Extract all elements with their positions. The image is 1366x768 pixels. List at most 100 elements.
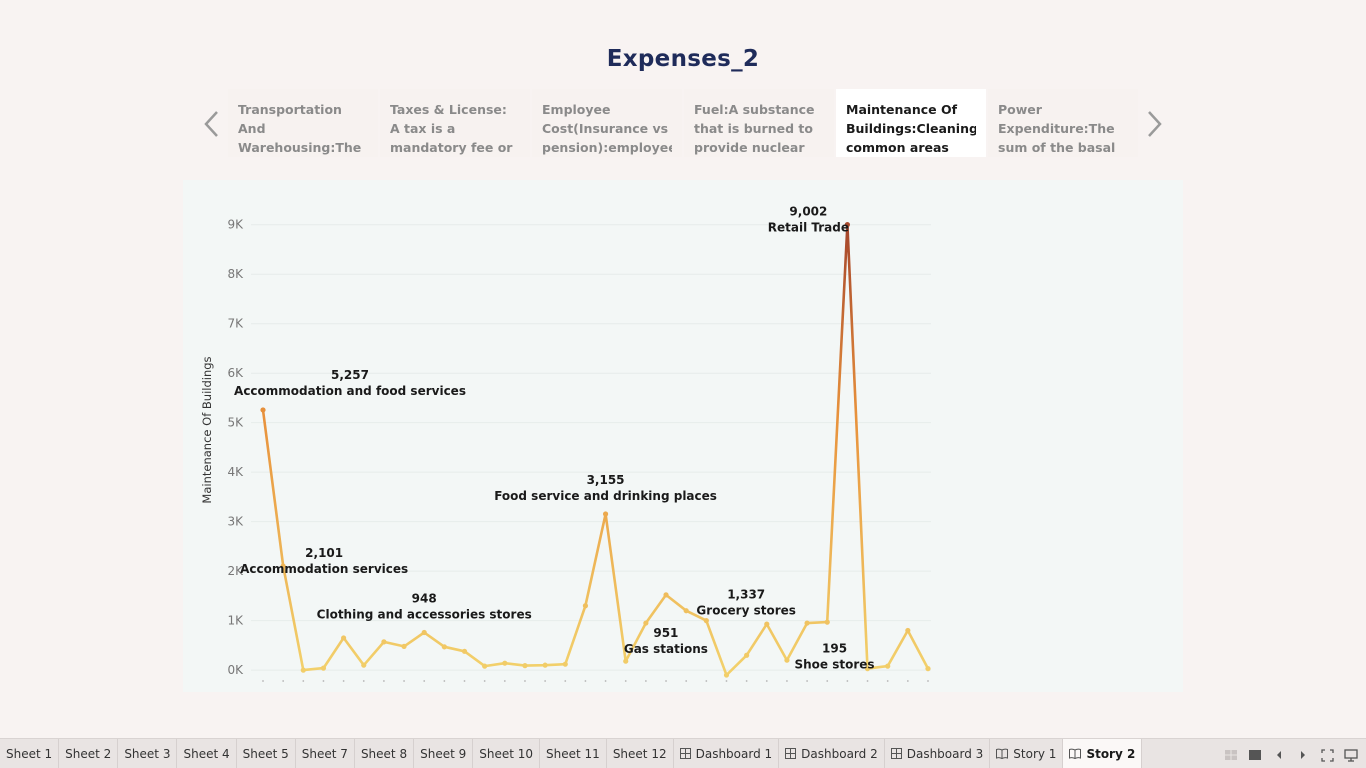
x-tick-mark — [282, 680, 285, 682]
x-tick-mark — [423, 680, 426, 682]
tab-label: Sheet 5 — [242, 746, 289, 761]
data-point[interactable] — [764, 621, 770, 627]
chevron-left-icon — [204, 111, 218, 137]
tab-label: Sheet 8 — [360, 746, 408, 761]
data-point[interactable] — [582, 603, 589, 609]
annotation-label: Accommodation services — [240, 562, 408, 576]
data-point[interactable] — [663, 592, 669, 598]
data-point[interactable] — [401, 643, 407, 649]
tab-sheet-7[interactable]: Sheet 7 — [296, 739, 355, 768]
tab-sheet-11[interactable]: Sheet 11 — [540, 739, 607, 768]
x-tick-mark — [503, 680, 506, 682]
data-point[interactable] — [502, 660, 508, 666]
filmstrip-icon[interactable] — [1248, 748, 1262, 762]
story-point-2[interactable]: Taxes & License: A tax is a mandatory fe… — [380, 89, 530, 157]
next-point-button[interactable] — [1143, 108, 1167, 140]
x-tick-mark — [826, 680, 829, 682]
data-point[interactable] — [522, 663, 528, 669]
data-point[interactable] — [925, 666, 931, 672]
data-point[interactable] — [643, 620, 649, 626]
x-tick-mark — [685, 680, 688, 682]
data-point[interactable] — [381, 639, 387, 645]
data-point[interactable] — [703, 618, 709, 624]
next-icon[interactable] — [1296, 748, 1310, 762]
data-point[interactable] — [723, 672, 730, 678]
data-point[interactable] — [905, 627, 911, 634]
x-tick-mark — [624, 680, 627, 682]
y-tick-label: 8K — [227, 267, 244, 281]
data-point[interactable] — [562, 661, 568, 667]
fit-screen-icon[interactable] — [1320, 748, 1334, 762]
tab-sheet-5[interactable]: Sheet 5 — [237, 739, 296, 768]
tab-sheet-9[interactable]: Sheet 9 — [414, 739, 474, 768]
tab-label: Sheet 7 — [301, 746, 348, 761]
data-point[interactable] — [824, 619, 830, 625]
y-tick-label: 1K — [227, 614, 244, 628]
tab-dashboard-3[interactable]: Dashboard 3 — [885, 739, 991, 768]
x-tick-mark — [322, 680, 325, 682]
previous-point-button[interactable] — [199, 108, 223, 140]
tab-sheet-12[interactable]: Sheet 12 — [607, 739, 674, 768]
story-point-text: Employee Cost(Insurance vs pension):empl… — [542, 102, 672, 155]
data-point[interactable] — [744, 652, 750, 658]
annotation-value: 195 — [822, 642, 847, 656]
tab-sheet-1[interactable]: Sheet 1 — [0, 739, 60, 768]
story-point-3[interactable]: Employee Cost(Insurance vs pension):empl… — [532, 89, 682, 157]
data-point[interactable] — [482, 663, 488, 669]
tab-sheet-2[interactable]: Sheet 2 — [59, 739, 119, 768]
x-tick-mark — [544, 680, 547, 682]
data-point[interactable] — [341, 635, 347, 641]
data-point[interactable] — [623, 658, 629, 664]
dashboard-icon — [890, 748, 902, 759]
data-point[interactable] — [804, 620, 810, 626]
tab-dashboard-2[interactable]: Dashboard 2 — [779, 739, 885, 768]
data-point[interactable] — [602, 511, 609, 517]
annotation-value: 1,337 — [727, 588, 765, 602]
tab-label: Sheet 3 — [124, 746, 171, 761]
previous-icon[interactable] — [1272, 748, 1286, 762]
x-tick-mark — [483, 680, 486, 682]
tab-sheet-3[interactable]: Sheet 3 — [118, 739, 178, 768]
x-tick-mark — [806, 680, 808, 682]
data-point[interactable] — [320, 665, 327, 671]
tab-sheet-8[interactable]: Sheet 8 — [355, 739, 415, 768]
x-tick-mark — [604, 680, 607, 682]
annotation-label: Accommodation and food services — [234, 384, 466, 398]
story-point-5[interactable]: Maintenance Of Buildings:Cleaning common… — [836, 89, 986, 157]
story-point-1[interactable]: Transportation And Warehousing:The trans… — [228, 89, 378, 157]
tab-label: Sheet 2 — [65, 746, 112, 761]
x-tick-mark — [262, 680, 264, 682]
tab-dashboard-1[interactable]: Dashboard 1 — [674, 739, 780, 768]
data-point[interactable] — [421, 629, 427, 636]
x-tick-mark — [644, 680, 647, 682]
tab-label: Dashboard 2 — [801, 746, 878, 761]
tab-label: Sheet 4 — [183, 746, 230, 761]
story-point-navigator: Transportation And Warehousing:The trans… — [228, 89, 1138, 157]
y-tick-label: 6K — [227, 366, 244, 380]
data-point[interactable] — [885, 663, 891, 669]
grid-view-icon[interactable] — [1224, 748, 1238, 762]
data-point[interactable] — [361, 662, 367, 668]
tab-sheet-10[interactable]: Sheet 10 — [473, 739, 541, 768]
story-point-4[interactable]: Fuel:A substance that is burned to provi… — [684, 89, 834, 157]
data-point[interactable] — [542, 662, 548, 668]
y-tick-label: 7K — [227, 317, 244, 331]
annotation-value: 9,002 — [789, 205, 827, 219]
tab-story-1[interactable]: Story 1 — [990, 739, 1064, 768]
x-tick-mark — [866, 680, 869, 682]
presentation-icon[interactable] — [1344, 748, 1358, 762]
y-tick-label: 0K — [227, 663, 244, 677]
data-point[interactable] — [441, 644, 447, 650]
tab-story-2[interactable]: Story 2 — [1063, 739, 1143, 768]
data-point[interactable] — [260, 407, 266, 413]
annotation-value: 3,155 — [587, 473, 625, 487]
tab-sheet-4[interactable]: Sheet 4 — [177, 739, 237, 768]
data-point[interactable] — [300, 667, 306, 673]
story-point-6[interactable]: Power Expenditure:The sum of the basal m… — [988, 89, 1138, 157]
tab-label: Sheet 10 — [479, 746, 534, 761]
x-tick-mark — [443, 680, 446, 682]
data-point[interactable] — [461, 648, 468, 654]
data-point[interactable] — [683, 608, 689, 614]
data-point[interactable] — [784, 657, 790, 663]
dashboard-icon — [785, 748, 797, 759]
